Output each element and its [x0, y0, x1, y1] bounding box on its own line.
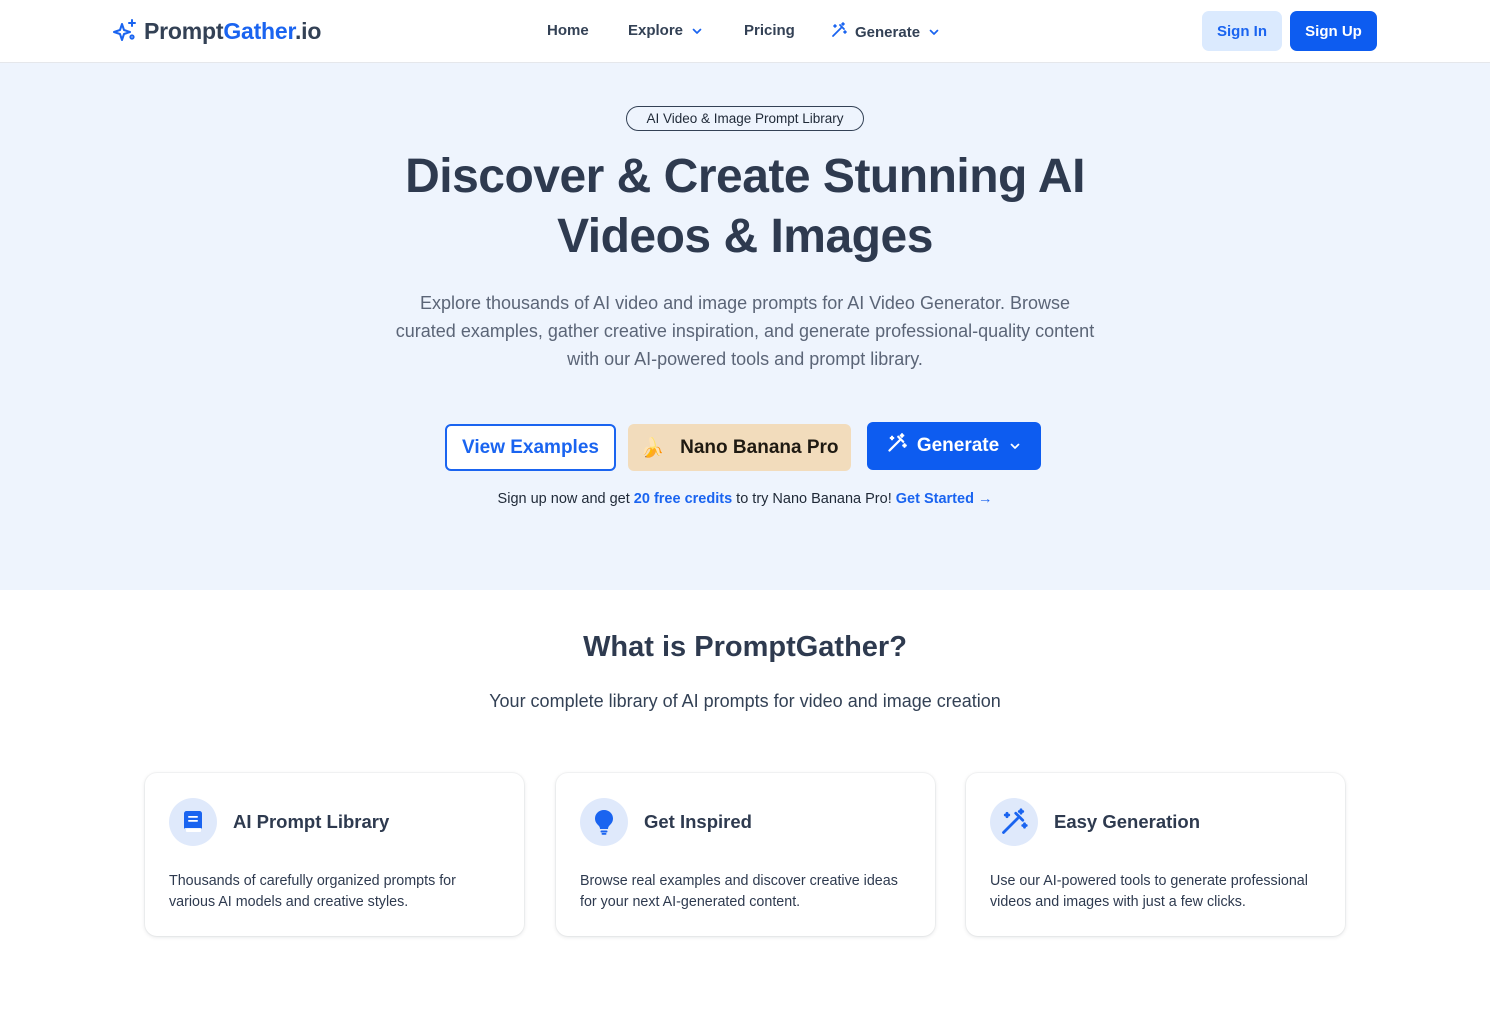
feature-card-prompt-library: AI Prompt Library Thousands of carefully…	[145, 773, 524, 936]
nav-generate-label: Generate	[855, 23, 921, 41]
magic-wand-icon	[887, 433, 907, 459]
free-credits-highlight: 20 free credits	[633, 491, 733, 507]
nav-pricing-link[interactable]: Pricing	[744, 22, 795, 39]
feature-card-title: Easy Generation	[1054, 811, 1201, 832]
sign-up-button[interactable]: Sign Up	[1290, 11, 1377, 51]
generate-button-label: Generate	[916, 435, 1000, 456]
nav-explore-dropdown[interactable]: Explore	[628, 22, 703, 39]
magic-wand-icon	[831, 22, 847, 42]
section-subtitle: Your complete library of AI prompts for …	[489, 691, 1001, 711]
feature-card-text: Browse real examples and discover creati…	[580, 873, 898, 910]
chevron-down-icon	[928, 26, 940, 38]
banana-icon: 🍌	[640, 437, 665, 459]
get-started-link[interactable]: Get Started →	[896, 491, 993, 507]
hero-title: Discover & Create Stunning AI Videos & I…	[405, 150, 1085, 263]
brand-logo[interactable]: PromptGather.io	[112, 17, 321, 45]
feature-card-easy-generation: Easy Generation Use our AI-powered tools…	[966, 773, 1345, 936]
brand-name-part1: Prompt	[144, 17, 224, 44]
nano-banana-pro-button[interactable]: 🍌 Nano Banana Pro	[628, 424, 851, 471]
feature-card-title: Get Inspired	[644, 811, 752, 832]
signup-promo-post: to try Nano Banana Pro!	[732, 491, 896, 507]
top-navbar: PromptGather.io Home Explore Pricing Gen…	[0, 0, 1490, 63]
hero-description: Explore thousands of AI video and image …	[395, 293, 1095, 369]
feature-card-text: Thousands of carefully organized prompts…	[169, 873, 456, 910]
sign-in-button[interactable]: Sign In	[1202, 11, 1282, 51]
lightbulb-icon	[580, 798, 628, 846]
generate-dropdown-button[interactable]: Generate	[867, 422, 1041, 470]
nano-banana-pro-label: Nano Banana Pro	[680, 436, 839, 458]
view-examples-button[interactable]: View Examples	[445, 424, 616, 471]
feature-card-get-inspired: Get Inspired Browse real examples and di…	[556, 773, 935, 936]
chevron-down-icon	[691, 25, 703, 37]
nav-generate-dropdown[interactable]: Generate	[831, 22, 940, 42]
sparkles-icon	[112, 18, 138, 44]
nav-home-link[interactable]: Home	[547, 22, 589, 39]
nav-explore-label: Explore	[628, 22, 684, 39]
brand-name-part2: Gather	[223, 17, 295, 44]
section-title: What is PromptGather?	[583, 631, 907, 663]
brand-name-part3: .io	[294, 17, 322, 44]
signup-promo-text: Sign up now and get 20 free credits to t…	[0, 491, 1490, 507]
feature-card-text: Use our AI-powered tools to generate pro…	[990, 873, 1308, 910]
hero-badge: AI Video & Image Prompt Library	[626, 106, 864, 131]
magic-wand-icon	[990, 798, 1038, 846]
brand-name: PromptGather.io	[144, 18, 321, 45]
book-icon	[169, 798, 217, 846]
chevron-down-icon	[1009, 440, 1021, 452]
signup-promo-pre: Sign up now and get	[497, 491, 634, 507]
hero-section: AI Video & Image Prompt Library Discover…	[0, 63, 1490, 590]
feature-card-title: AI Prompt Library	[233, 811, 390, 832]
